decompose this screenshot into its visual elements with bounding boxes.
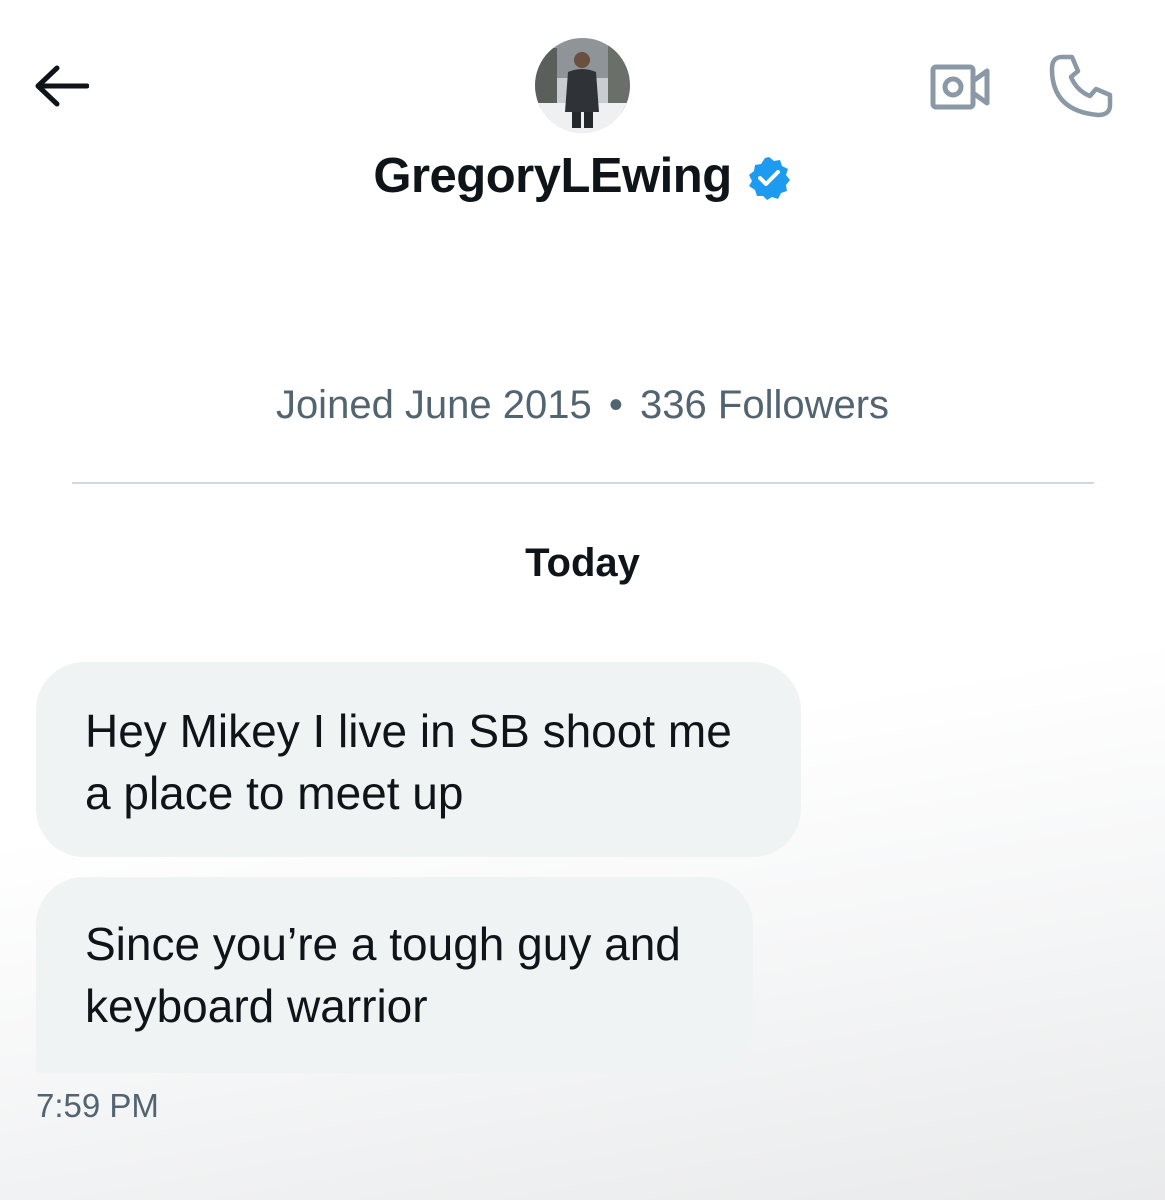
avatar-photo <box>535 38 630 133</box>
back-button[interactable] <box>30 58 92 114</box>
display-name[interactable]: GregoryLEwing <box>373 148 732 204</box>
avatar[interactable] <box>535 38 630 133</box>
message-line: Hey Mikey I live in SB shoot me <box>85 705 732 757</box>
date-separator: Today <box>525 541 640 585</box>
message-line: a place to meet up <box>85 767 464 819</box>
message-line: keyboard warrior <box>85 980 428 1032</box>
profile-name-row: GregoryLEwing <box>0 148 1165 204</box>
video-camera-icon <box>930 64 990 110</box>
video-call-button[interactable] <box>925 56 997 118</box>
meta-separator: • <box>608 383 623 427</box>
message-timestamp: 7:59 PM <box>36 1087 159 1124</box>
profile-meta: Joined June 2015 • 336 Followers <box>0 383 1165 428</box>
voice-call-button[interactable] <box>1044 50 1118 122</box>
message-bubble[interactable]: Since you’re a tough guy and keyboard wa… <box>36 877 753 1073</box>
verified-badge-icon <box>748 157 790 200</box>
message-bubble[interactable]: Hey Mikey I live in SB shoot me a place … <box>36 662 801 857</box>
divider <box>72 482 1094 484</box>
message-line: Since you’re a tough guy and <box>85 918 681 970</box>
followers-count[interactable]: 336 Followers <box>640 383 889 427</box>
phone-icon <box>1049 54 1113 118</box>
arrow-left-icon <box>35 65 89 107</box>
joined-date: Joined June 2015 <box>275 383 592 427</box>
